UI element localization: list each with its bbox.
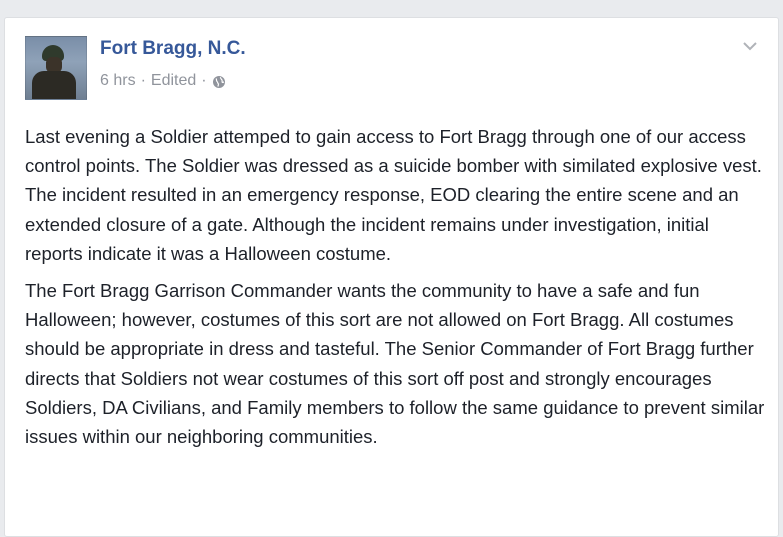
post-card: Fort Bragg, N.C. 6 hrs · Edited · Last e…	[4, 17, 779, 537]
globe-icon[interactable]	[212, 75, 226, 89]
post-paragraph: Last evening a Soldier attemped to gain …	[25, 126, 762, 264]
chevron-down-icon[interactable]	[742, 40, 758, 52]
page-name-link[interactable]: Fort Bragg, N.C.	[100, 38, 246, 60]
post-text: Last evening a Soldier attemped to gain …	[25, 122, 765, 459]
avatar-body	[32, 71, 76, 99]
post-timestamp[interactable]: 6 hrs	[100, 72, 136, 90]
post-meta: 6 hrs · Edited ·	[100, 72, 226, 90]
avatar[interactable]	[25, 36, 87, 100]
edited-label[interactable]: Edited	[151, 72, 196, 90]
post-paragraph: The Fort Bragg Garrison Commander wants …	[25, 280, 765, 448]
meta-separator: ·	[201, 72, 207, 89]
meta-separator: ·	[140, 72, 146, 89]
